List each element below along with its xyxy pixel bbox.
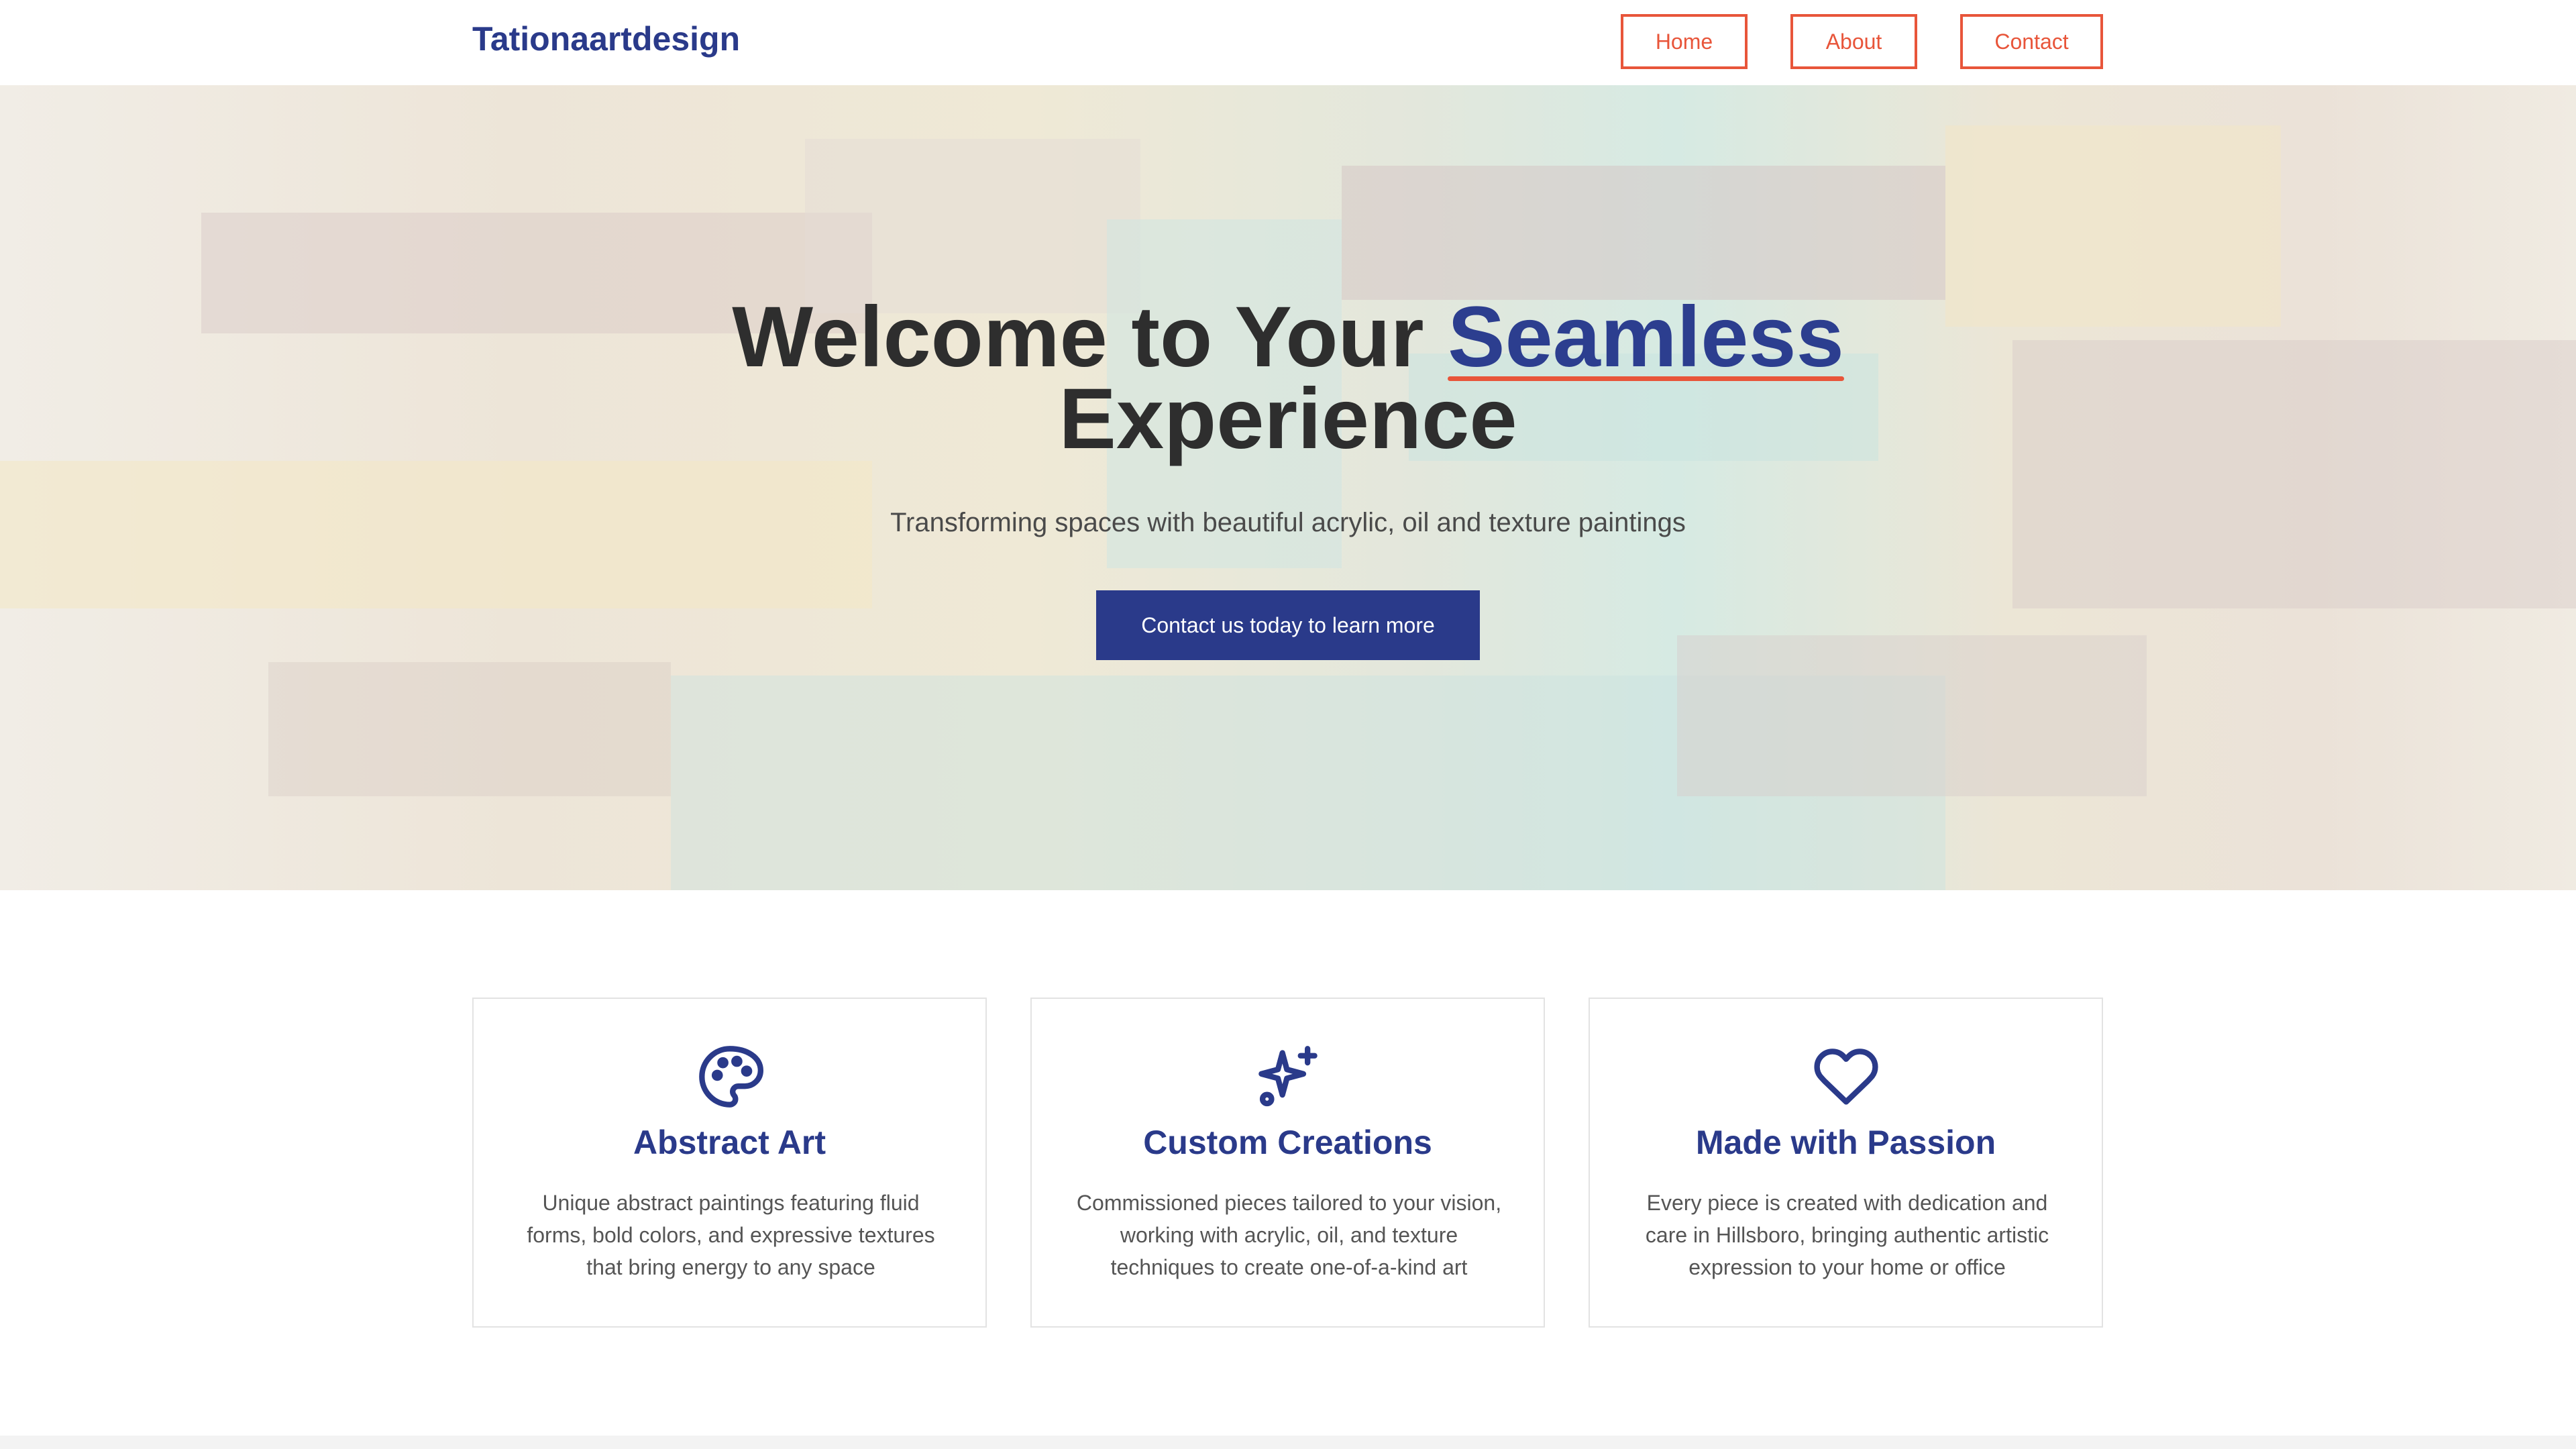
feature-title: Abstract Art <box>633 1124 826 1161</box>
feature-text: Commissioned pieces tailored to your vis… <box>1076 1191 1502 1279</box>
nav-home-button[interactable]: Home <box>1621 14 1748 69</box>
painting-background <box>0 125 2576 890</box>
site-header: Tationaartdesign Home About Contact <box>0 0 2576 85</box>
nav-about-button[interactable]: About <box>1790 14 1917 69</box>
nav-contact-button[interactable]: Contact <box>1960 14 2103 69</box>
brand-logo[interactable]: Tationaartdesign <box>472 15 740 63</box>
feature-card-custom-creations: Custom Creations Commissioned pieces tai… <box>1030 998 1545 1328</box>
hero-subtitle: Transforming spaces with beautiful acryl… <box>890 508 1686 537</box>
contact-cta-button[interactable]: Contact us today to learn more <box>1096 590 1480 660</box>
hero-section: Welcome to Your Seamless Experience Tran… <box>0 85 2576 890</box>
sparkles-icon <box>1032 1043 1544 1110</box>
feature-card-made-with-passion: Made with Passion Every piece is created… <box>1589 998 2103 1328</box>
feature-title: Made with Passion <box>1695 1124 1996 1161</box>
feature-text: Every piece is created with dedication a… <box>1645 1191 2049 1279</box>
footer-edge <box>0 1436 2576 1449</box>
feature-text: Unique abstract paintings featuring flui… <box>527 1191 935 1279</box>
hero-title: Welcome to Your Seamless Experience <box>0 289 2576 462</box>
hero-title-part2: Experience <box>1059 371 1517 467</box>
palette-icon <box>474 1043 985 1110</box>
feature-card-abstract-art: Abstract Art Unique abstract paintings f… <box>472 998 987 1328</box>
hero-title-accent: Seamless <box>1448 289 1844 385</box>
heart-icon <box>1590 1043 2102 1110</box>
feature-title: Custom Creations <box>1143 1124 1432 1161</box>
